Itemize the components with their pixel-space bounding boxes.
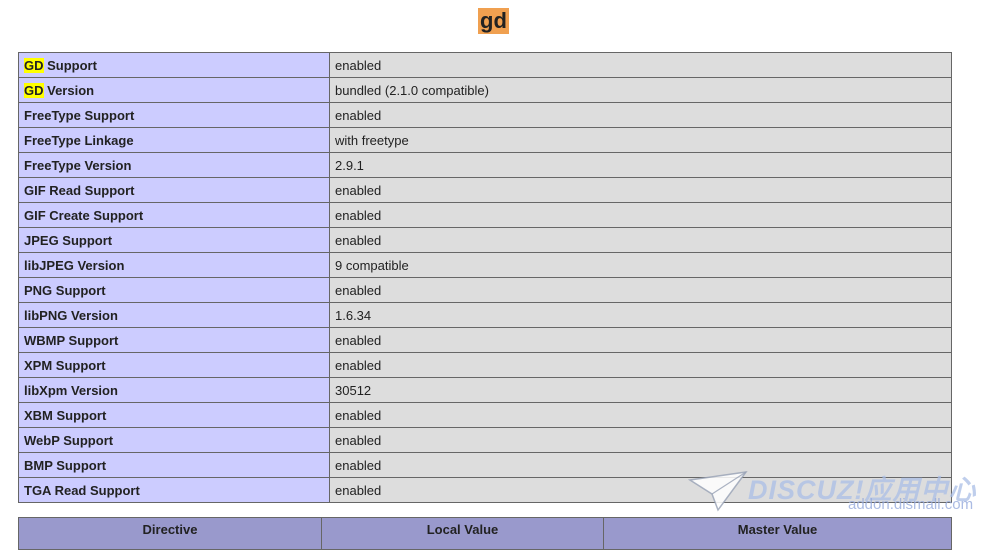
row-key: JPEG Support <box>18 227 330 253</box>
row-key-label: GIF Read Support <box>24 182 135 198</box>
table-row: PNG Support enabled <box>18 277 952 303</box>
row-value: enabled <box>329 202 952 228</box>
row-key: BMP Support <box>18 452 330 478</box>
table-row: libJPEG Version 9 compatible <box>18 252 952 278</box>
row-key: FreeType Support <box>18 102 330 128</box>
row-key-label: PNG Support <box>24 282 106 298</box>
gd-info-table: GD Support enabled GD Version bundled (2.1.… <box>18 52 952 503</box>
row-value: enabled <box>329 327 952 353</box>
row-value: 30512 <box>329 377 952 403</box>
row-value: 9 compatible <box>329 252 952 278</box>
row-key: GD Support <box>18 52 330 78</box>
row-key: GD Version <box>18 77 330 103</box>
row-key-label: FreeType Version <box>24 157 132 173</box>
row-key: libXpm Version <box>18 377 330 403</box>
row-key-label: libXpm Version <box>24 382 118 398</box>
row-key: libJPEG Version <box>18 252 330 278</box>
table-row: GIF Create Support enabled <box>18 202 952 228</box>
row-key: XBM Support <box>18 402 330 428</box>
row-key-label: WBMP Support <box>24 332 119 348</box>
search-highlight: GD <box>24 82 44 98</box>
row-key: GIF Create Support <box>18 202 330 228</box>
row-key-label: TGA Read Support <box>24 482 140 498</box>
table-row: XPM Support enabled <box>18 352 952 378</box>
row-value: enabled <box>329 227 952 253</box>
row-value: enabled <box>329 277 952 303</box>
row-key-label: Version <box>43 82 95 98</box>
row-key-label: libJPEG Version <box>24 257 125 273</box>
row-key: TGA Read Support <box>18 477 330 503</box>
directive-header: Directive <box>18 517 322 550</box>
table-row: libPNG Version 1.6.34 <box>18 302 952 328</box>
table-row: GD Version bundled (2.1.0 compatible) <box>18 77 952 103</box>
row-key: FreeType Version <box>18 152 330 178</box>
paper-plane-icon <box>688 471 748 512</box>
row-key-label: libPNG Version <box>24 307 118 323</box>
row-key-label: FreeType Support <box>24 107 135 123</box>
table-row: GIF Read Support enabled <box>18 177 952 203</box>
watermark: DISCUZ!应用中心 addon.dismall.com <box>688 466 978 522</box>
row-value: with freetype <box>329 127 952 153</box>
row-key-label: Support <box>43 57 97 73</box>
row-key-label: XPM Support <box>24 357 106 373</box>
row-key: PNG Support <box>18 277 330 303</box>
master-value-header: Master Value <box>603 517 952 550</box>
table-row: XBM Support enabled <box>18 402 952 428</box>
row-key-label: WebP Support <box>24 432 114 448</box>
module-title: gd <box>478 8 509 34</box>
row-value: enabled <box>329 52 952 78</box>
row-value: enabled <box>329 427 952 453</box>
title-wrap: gd <box>0 8 987 34</box>
row-key-label: XBM Support <box>24 407 107 423</box>
table-row: FreeType Version 2.9.1 <box>18 152 952 178</box>
row-key: WBMP Support <box>18 327 330 353</box>
table-row: FreeType Support enabled <box>18 102 952 128</box>
directive-header-row: Directive Local Value Master Value <box>18 517 952 550</box>
local-value-header: Local Value <box>321 517 604 550</box>
row-value: 1.6.34 <box>329 302 952 328</box>
row-key-label: GIF Create Support <box>24 207 144 223</box>
row-value: enabled <box>329 177 952 203</box>
row-key: GIF Read Support <box>18 177 330 203</box>
row-value: 2.9.1 <box>329 152 952 178</box>
row-value: enabled <box>329 402 952 428</box>
row-key-label: JPEG Support <box>24 232 113 248</box>
table-row: libXpm Version 30512 <box>18 377 952 403</box>
table-row: GD Support enabled <box>18 52 952 78</box>
row-key: FreeType Linkage <box>18 127 330 153</box>
table-row: WBMP Support enabled <box>18 327 952 353</box>
row-key-label: BMP Support <box>24 457 107 473</box>
row-value: bundled (2.1.0 compatible) <box>329 77 952 103</box>
row-key: XPM Support <box>18 352 330 378</box>
row-key-label: FreeType Linkage <box>24 132 134 148</box>
watermark-url: addon.dismall.com <box>848 496 974 513</box>
row-value: enabled <box>329 352 952 378</box>
search-highlight: GD <box>24 57 44 73</box>
table-row: WebP Support enabled <box>18 427 952 453</box>
table-row: JPEG Support enabled <box>18 227 952 253</box>
row-key: libPNG Version <box>18 302 330 328</box>
row-key: WebP Support <box>18 427 330 453</box>
row-value: enabled <box>329 102 952 128</box>
table-row: FreeType Linkage with freetype <box>18 127 952 153</box>
